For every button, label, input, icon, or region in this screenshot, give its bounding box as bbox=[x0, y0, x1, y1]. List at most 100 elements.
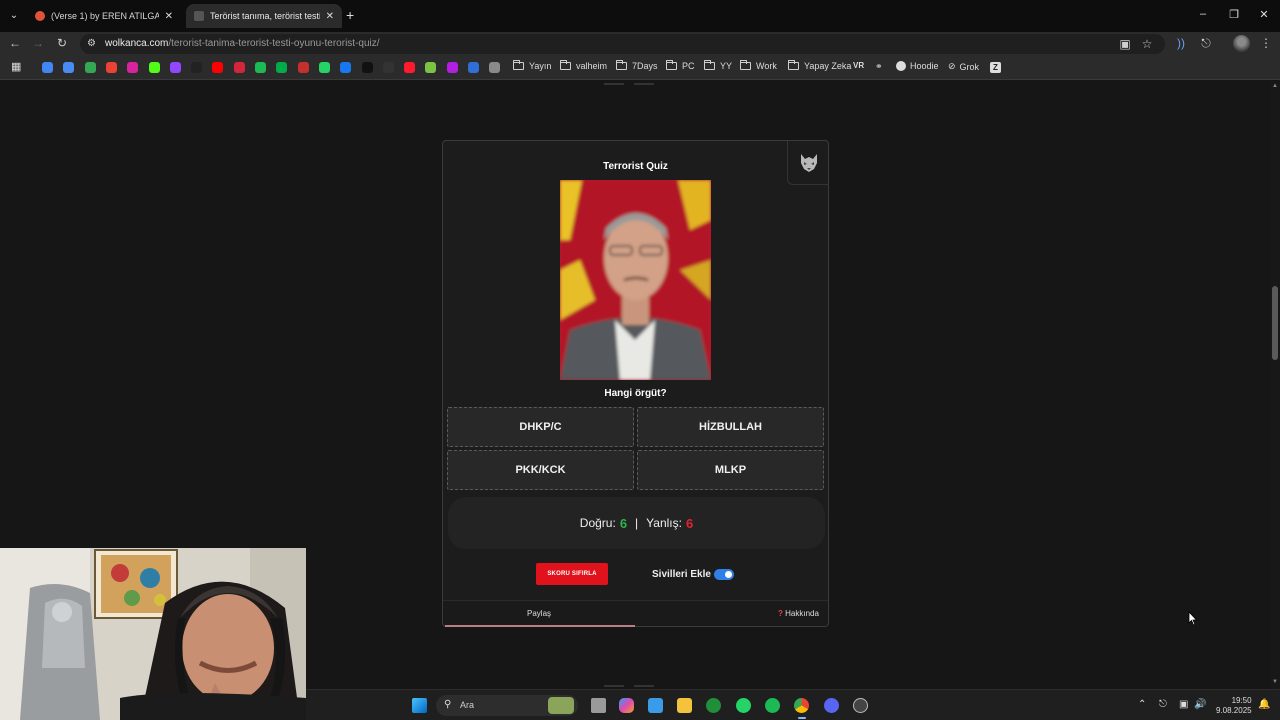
apps-grid-icon[interactable]: ▦ bbox=[11, 60, 22, 73]
bookmark-grok[interactable]: ⊘ Grok bbox=[948, 61, 979, 72]
about-link[interactable]: ? Hakkında bbox=[778, 609, 819, 618]
store-icon[interactable] bbox=[648, 698, 663, 713]
spotify-icon[interactable] bbox=[255, 62, 266, 73]
bookmark-hoodie[interactable]: Hoodie bbox=[896, 61, 939, 71]
youtube-studio-icon[interactable] bbox=[297, 62, 309, 73]
windows-start-icon[interactable] bbox=[412, 698, 427, 713]
vr-icon[interactable]: VR bbox=[853, 61, 864, 70]
whatsapp-icon[interactable] bbox=[736, 698, 751, 713]
answer-button-dhkpc[interactable]: DHKP/C bbox=[447, 407, 634, 447]
minimize-icon[interactable]: – bbox=[1196, 8, 1210, 20]
address-bar[interactable]: ⚙ wolkanca.com/terorist-tanima-terorist-… bbox=[80, 34, 1165, 54]
reset-score-button[interactable]: SKORU SIFIRLA bbox=[536, 563, 608, 585]
scrollbar-thumb[interactable] bbox=[1272, 286, 1278, 360]
tab-strip: ⌄ (Verse 1) by EREN ATILGAN | Su ✕ Terör… bbox=[0, 0, 1280, 32]
google-icon[interactable] bbox=[42, 62, 53, 73]
file-explorer-icon[interactable] bbox=[677, 698, 692, 713]
bookmark-folder[interactable]: 7Days bbox=[616, 60, 658, 71]
spotify-icon[interactable] bbox=[765, 698, 780, 713]
tray-chevron-icon[interactable]: ⌃ bbox=[1138, 699, 1146, 710]
zed-icon[interactable]: Z bbox=[990, 62, 1001, 73]
site-settings-icon[interactable]: ⚙ bbox=[87, 38, 96, 49]
twitch-icon[interactable] bbox=[169, 62, 181, 73]
bookmark-gray-icon[interactable] bbox=[489, 62, 501, 73]
taskbar-search[interactable]: ⚲ Ara bbox=[436, 695, 578, 716]
bookmark-blue-icon[interactable] bbox=[468, 62, 479, 73]
instagram-icon[interactable] bbox=[127, 62, 139, 73]
answer-button-mlkp[interactable]: MLKP bbox=[637, 450, 824, 490]
score-separator: | bbox=[635, 516, 639, 530]
network-icon[interactable]: ▣ bbox=[1179, 699, 1188, 710]
tab-active[interactable]: Terörist tanıma, terörist testi oy ✕ bbox=[186, 4, 342, 28]
scroll-up-arrow-icon[interactable]: ▲ bbox=[1272, 83, 1278, 89]
scroll-down-arrow-icon[interactable]: ▼ bbox=[1272, 679, 1278, 685]
tracker-icon[interactable] bbox=[853, 698, 868, 713]
chrome-icon[interactable] bbox=[794, 698, 809, 713]
bookmark-label: Grok bbox=[959, 61, 980, 72]
opera-icon[interactable] bbox=[404, 62, 416, 73]
translate-icon[interactable] bbox=[63, 62, 75, 73]
close-icon[interactable]: ✕ bbox=[165, 11, 173, 22]
webcam-overlay bbox=[0, 548, 306, 720]
bookmark-red-icon[interactable] bbox=[233, 62, 245, 73]
add-civilians-toggle[interactable] bbox=[714, 569, 734, 580]
folder-icon bbox=[560, 60, 571, 70]
close-icon[interactable]: ✕ bbox=[326, 11, 334, 22]
xbox-icon[interactable] bbox=[706, 698, 721, 713]
task-view-icon[interactable] bbox=[591, 698, 606, 713]
restore-icon[interactable]: ❐ bbox=[1227, 8, 1241, 21]
browser-menu-icon[interactable]: ⋮ bbox=[1259, 36, 1273, 50]
extensions-puzzle-icon[interactable]: ⎋ bbox=[1199, 36, 1213, 51]
quiz-card: Terrorist Quiz Hangi örgüt? DHKP/C HİZBU… bbox=[442, 140, 829, 627]
bookmark-folder[interactable]: Work bbox=[740, 60, 777, 71]
maps-icon[interactable] bbox=[84, 62, 96, 73]
copilot-icon[interactable] bbox=[619, 698, 634, 713]
answer-button-pkk-kck[interactable]: PKK/KCK bbox=[447, 450, 634, 490]
add-civilians-label: Sivilleri Ekle bbox=[652, 569, 711, 580]
folder-icon bbox=[788, 60, 799, 70]
discord-icon[interactable] bbox=[824, 698, 839, 713]
tab-search-chevron-icon[interactable]: ⌄ bbox=[5, 7, 23, 25]
bookmark-black-icon[interactable] bbox=[382, 62, 394, 73]
facebook-icon[interactable] bbox=[340, 62, 352, 73]
tiktok-icon[interactable] bbox=[191, 62, 203, 73]
notification-bell-icon[interactable]: 🔔 bbox=[1258, 699, 1270, 710]
bookmark-folder[interactable]: PC bbox=[666, 60, 695, 71]
whatsapp-icon[interactable] bbox=[318, 62, 330, 73]
navigation-bar: ← → ↻ ⚙ wolkanca.com/terorist-tanima-ter… bbox=[0, 32, 1280, 56]
drop-icon[interactable] bbox=[425, 62, 437, 73]
back-arrow-icon[interactable]: ← bbox=[8, 36, 22, 50]
tab-inactive[interactable]: (Verse 1) by EREN ATILGAN | Su ✕ bbox=[27, 4, 181, 28]
question-photo bbox=[560, 180, 711, 380]
system-clock[interactable]: 19:50 9.08.2025 bbox=[1216, 696, 1252, 716]
extension-active-icon[interactable]: )) bbox=[1174, 36, 1188, 50]
url-path: /terorist-tanima-terorist-testi-oyunu-te… bbox=[168, 38, 380, 49]
install-app-icon[interactable]: ▣ bbox=[1118, 37, 1132, 51]
bookmark-folder[interactable]: Yayın bbox=[513, 60, 551, 71]
kick-icon[interactable] bbox=[148, 62, 160, 73]
streamer-webcam-image bbox=[0, 548, 306, 720]
score-panel: Doğru: 6 | Yanlış: 6 bbox=[448, 497, 825, 549]
reload-icon[interactable]: ↻ bbox=[55, 36, 69, 50]
window-close-icon[interactable]: ✕ bbox=[1257, 8, 1271, 21]
volume-icon[interactable]: 🔊 bbox=[1194, 699, 1206, 710]
forward-arrow-icon[interactable]: → bbox=[31, 36, 45, 50]
meet-icon[interactable] bbox=[276, 62, 288, 73]
bookmark-folder[interactable]: YY bbox=[704, 60, 732, 71]
answer-button-hizbullah[interactable]: HİZBULLAH bbox=[637, 407, 824, 447]
bookmark-folder[interactable]: valheim bbox=[560, 60, 607, 71]
x-icon[interactable] bbox=[361, 62, 373, 73]
share-link[interactable]: Paylaş bbox=[527, 609, 551, 618]
bookmark-star-icon[interactable]: ☆ bbox=[1140, 37, 1154, 51]
youtube-icon[interactable] bbox=[212, 62, 224, 73]
link-icon[interactable]: ⚭ bbox=[875, 61, 883, 72]
wolf-logo-button[interactable] bbox=[787, 141, 829, 185]
microphone-icon[interactable]: ⎋ bbox=[1159, 699, 1167, 710]
bottom-pagination-dots bbox=[604, 685, 654, 687]
page-scrollbar[interactable]: ▲ ▼ bbox=[1270, 81, 1280, 689]
bookmark-folder[interactable]: Yapay Zeka bbox=[788, 60, 851, 71]
canva-icon[interactable] bbox=[446, 62, 458, 73]
profile-avatar[interactable] bbox=[1233, 35, 1250, 52]
gmail-icon[interactable] bbox=[105, 62, 117, 73]
new-tab-plus-icon[interactable]: + bbox=[346, 7, 354, 23]
